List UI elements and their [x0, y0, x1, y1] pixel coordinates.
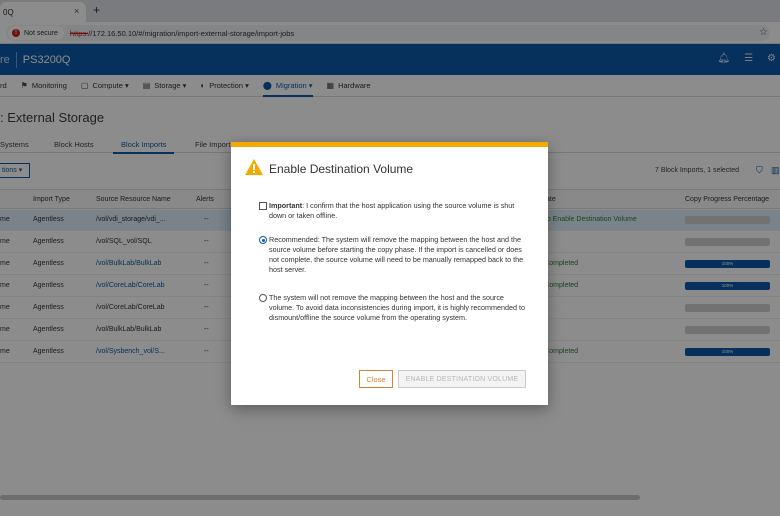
- option-keep-mapping: The system will not remove the mapping b…: [259, 293, 531, 323]
- important-label: Important: [269, 201, 303, 210]
- option-remove-mapping: Recommended: The system will remove the …: [259, 235, 531, 275]
- keep-mapping-radio[interactable]: [259, 294, 267, 302]
- keep-mapping-text: The system will not remove the mapping b…: [269, 293, 525, 322]
- important-confirm: Important: I confirm that the host appli…: [259, 201, 531, 221]
- enable-destination-volume-button[interactable]: ENABLE DESTINATION VOLUME: [398, 370, 526, 388]
- close-button[interactable]: Close: [359, 370, 393, 388]
- dialog-title: Enable Destination Volume: [269, 162, 414, 176]
- remove-mapping-radio[interactable]: [259, 236, 267, 244]
- important-checkbox[interactable]: [259, 202, 267, 210]
- important-text: : I confirm that the host application us…: [269, 201, 515, 220]
- enable-destination-dialog: Enable Destination Volume Important: I c…: [231, 142, 548, 405]
- warning-icon: [245, 159, 263, 175]
- remove-mapping-text: Recommended: The system will remove the …: [269, 235, 524, 274]
